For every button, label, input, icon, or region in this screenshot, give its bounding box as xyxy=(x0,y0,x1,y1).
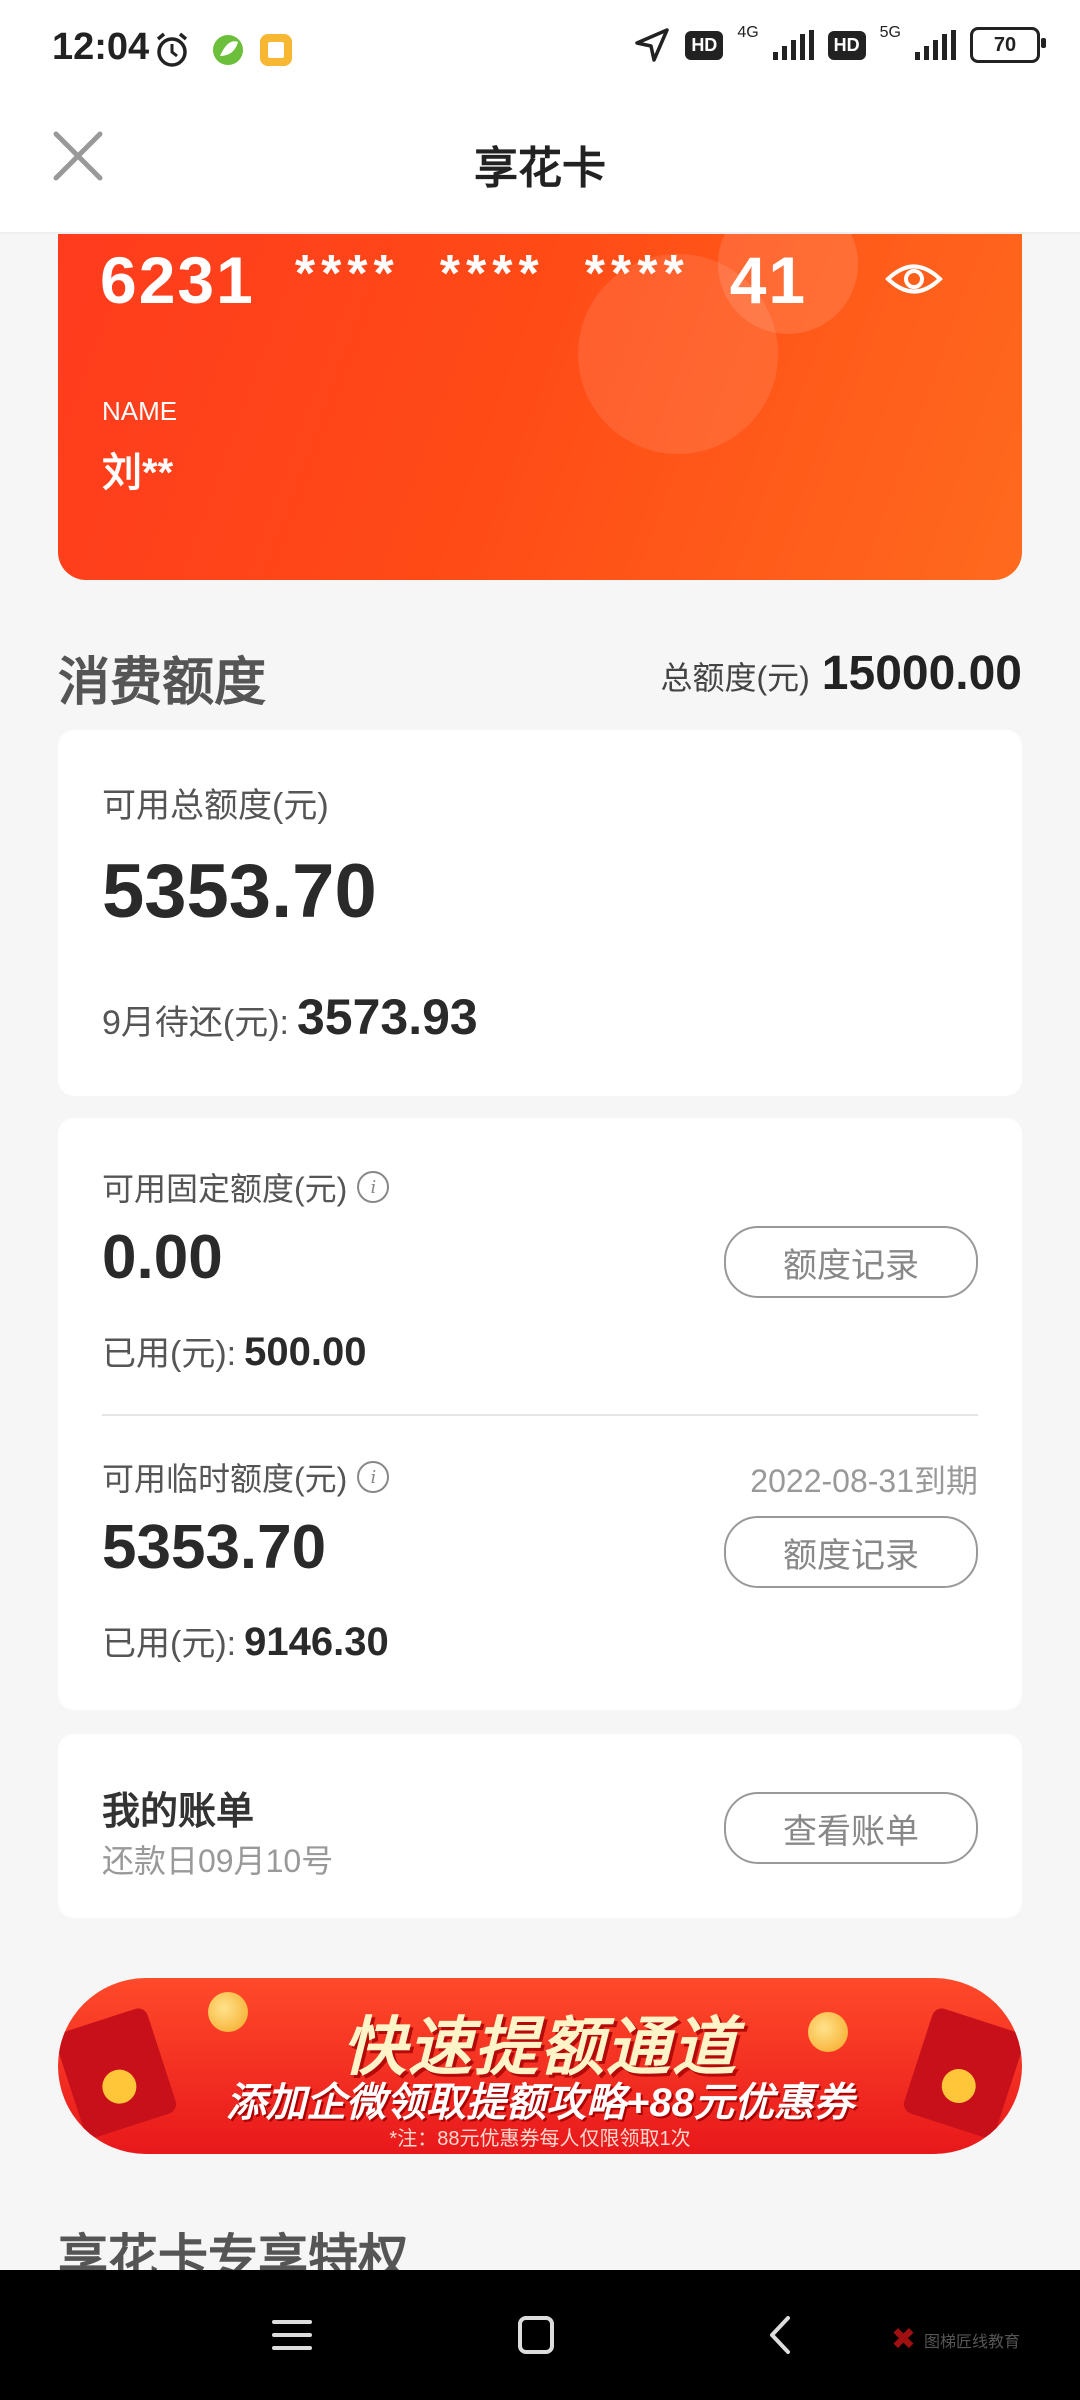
temp-used-value: 9146.30 xyxy=(244,1620,389,1664)
card-holder-name: 刘** xyxy=(102,451,174,495)
back-icon[interactable] xyxy=(750,2310,810,2360)
quota-detail-panel: 可用固定额度(元) i 0.00 额度记录 已用(元): 500.00 可用临时… xyxy=(58,1118,1022,1710)
alarm-icon xyxy=(156,32,188,67)
fixed-quota-record-button[interactable]: 额度记录 xyxy=(724,1226,978,1298)
bill-title: 我的账单 xyxy=(102,1791,255,1833)
banner-subtitle: 添加企微领取提额攻略+88元优惠券 xyxy=(226,2081,854,2125)
page-title: 享花卡 xyxy=(474,144,606,193)
system-nav-bar: ✖ 图梯匠线教育 xyxy=(0,2270,1080,2400)
top-nav-bar: 享花卡 xyxy=(0,100,1080,234)
leaf-app-icon xyxy=(213,35,243,65)
card-number-end: 41 xyxy=(729,243,808,317)
total-quota-value: 15000.00 xyxy=(821,647,1022,700)
menu-icon[interactable] xyxy=(262,2310,322,2360)
divider xyxy=(102,1414,978,1416)
card-name-label: NAME xyxy=(102,396,178,426)
watermark-logo-icon: ✖ xyxy=(890,2323,916,2356)
fixed-used-value: 500.00 xyxy=(244,1330,367,1374)
fixed-quota-value: 0.00 xyxy=(102,1223,223,1292)
card-number-mask: **** xyxy=(294,245,400,303)
temp-quota-expiry: 2022-08-31到期 xyxy=(750,1463,978,1499)
info-icon[interactable]: i xyxy=(357,1461,390,1493)
eye-icon[interactable] xyxy=(884,256,944,302)
bill-panel: 我的账单 还款日09月10号 查看账单 xyxy=(58,1734,1022,1918)
temp-quota-label: 可用临时额度(元) xyxy=(102,1461,348,1497)
network-type-5g: 5G xyxy=(879,24,901,41)
monthly-due-value: 3573.93 xyxy=(297,989,478,1045)
home-icon[interactable] xyxy=(506,2310,566,2360)
card-number: 6231 **** **** **** 41 xyxy=(100,242,807,318)
available-quota-panel: 可用总额度(元) 5353.70 9月待还(元): 3573.93 xyxy=(58,730,1022,1096)
temp-quota-label-row: 可用临时额度(元) i xyxy=(102,1454,390,1500)
total-quota: 总额度(元) 15000.00 xyxy=(660,646,1022,701)
monthly-due: 9月待还(元): 3573.93 xyxy=(102,988,478,1046)
status-indicators: HD 4G HD 5G 70 xyxy=(633,24,1046,64)
card-number-mask: **** xyxy=(439,245,545,303)
hd-badge: HD xyxy=(685,30,724,60)
hd-badge-2: HD xyxy=(827,30,866,60)
credit-card: 6231 **** **** **** 41 NAME 刘** xyxy=(58,234,1022,580)
promo-banner[interactable]: 快速提额通道 添加企微领取提额攻略+88元优惠券 *注：88元优惠券每人仅限领取… xyxy=(58,1978,1022,2154)
watermark-text: 图梯匠线教育 xyxy=(923,2333,1020,2351)
signal-bars-icon-2 xyxy=(915,30,956,60)
status-time: 12:04 xyxy=(52,26,150,68)
fixed-used-label: 已用(元): xyxy=(102,1335,237,1373)
available-quota-label: 可用总额度(元) xyxy=(102,787,329,825)
fixed-used: 已用(元): 500.00 xyxy=(102,1326,366,1375)
repayment-date: 还款日09月10号 xyxy=(102,1843,334,1879)
network-type-4g: 4G xyxy=(737,24,759,41)
total-quota-label: 总额度(元) xyxy=(660,660,810,696)
location-icon xyxy=(635,28,670,62)
info-icon[interactable]: i xyxy=(357,1171,390,1203)
status-bar: 12:04 HD 4G HD 5G 70 xyxy=(0,0,1080,100)
notes-app-icon xyxy=(260,34,292,66)
fixed-quota-label: 可用固定额度(元) xyxy=(102,1171,348,1207)
card-number-start: 6231 xyxy=(100,243,255,317)
temp-used-label: 已用(元): xyxy=(102,1625,237,1663)
battery-icon: 70 xyxy=(970,27,1046,63)
temp-used: 已用(元): 9146.30 xyxy=(102,1616,389,1665)
view-bill-button[interactable]: 查看账单 xyxy=(724,1792,978,1864)
banner-note: *注：88元优惠券每人仅限领取1次 xyxy=(389,2128,691,2150)
battery-level: 70 xyxy=(993,33,1017,56)
fixed-quota-label-row: 可用固定额度(元) i xyxy=(102,1164,390,1210)
quota-section-title: 消费额度 xyxy=(58,654,267,712)
available-quota-value: 5353.70 xyxy=(102,849,377,934)
temp-quota-value: 5353.70 xyxy=(102,1513,327,1582)
card-number-mask: **** xyxy=(584,245,690,303)
monthly-due-label: 9月待还(元): xyxy=(102,1004,289,1042)
watermark: ✖ 图梯匠线教育 xyxy=(891,2322,1020,2357)
temp-quota-record-button[interactable]: 额度记录 xyxy=(724,1516,978,1588)
signal-bars-icon xyxy=(772,30,814,60)
